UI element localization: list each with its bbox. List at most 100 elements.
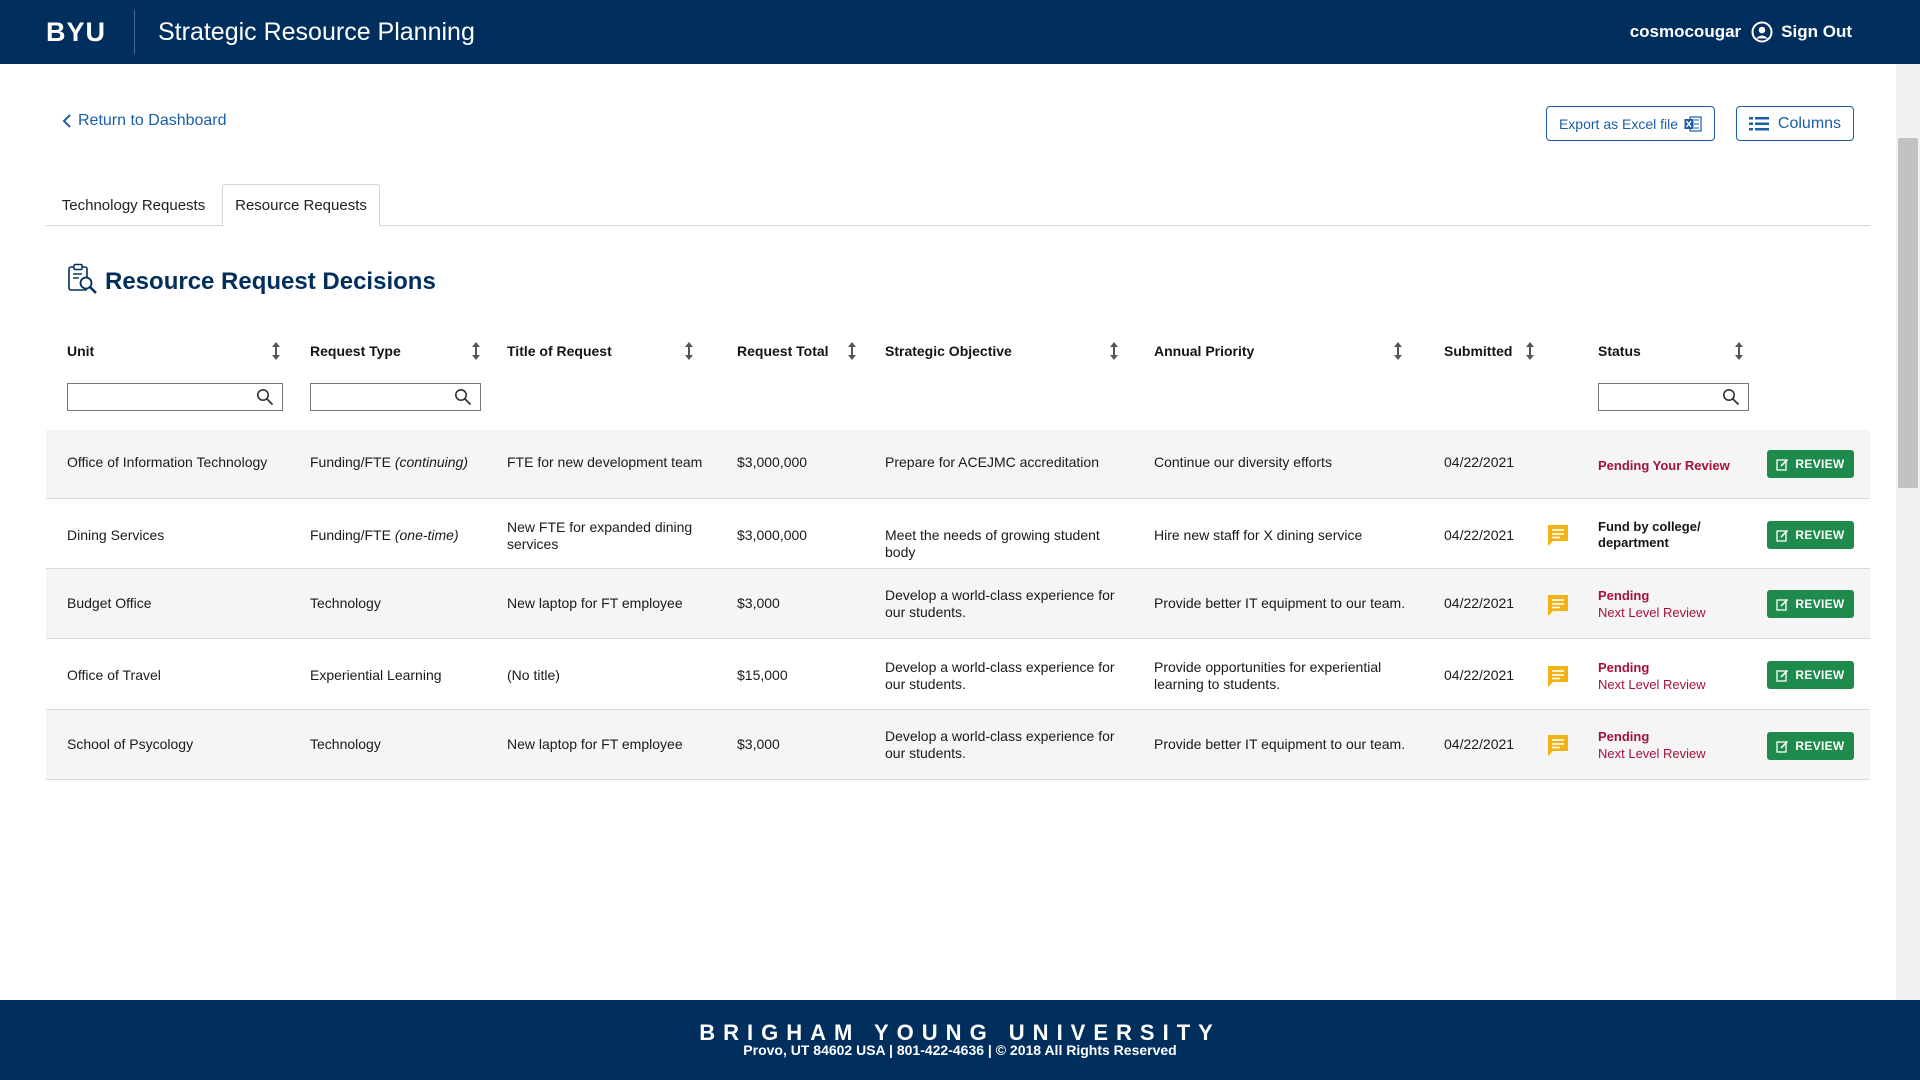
cell-unit: School of Psycology [67,736,194,752]
status-detail: Next Level Review [1598,677,1706,692]
unit-filter [67,383,283,411]
scrollbar-thumb[interactable] [1898,138,1918,488]
cell-total: $15,000 [737,667,788,683]
status-cell: Pending Next Level Review [1598,659,1706,693]
cell-submitted: 04/22/2021 [1444,527,1515,543]
request-type-text: Funding/FTE [310,454,391,470]
tab-technology-requests[interactable]: Technology Requests [46,184,221,226]
review-button[interactable]: REVIEW [1767,661,1854,689]
status-filter-input[interactable] [1599,384,1722,410]
cell-priority: Hire new staff for X dining service [1154,527,1363,543]
table-row: School of Psycology Technology New lapto… [46,710,1870,780]
cell-title: FTE for new development team [507,454,703,470]
search-icon[interactable] [1722,388,1740,406]
table-row: Office of Information Technology Funding… [46,430,1870,499]
request-type-filter-input[interactable] [311,384,454,410]
review-button[interactable]: REVIEW [1767,590,1854,618]
status-badge: Fund by college/ department [1598,519,1701,550]
status-cell: Pending Next Level Review [1598,728,1706,762]
clipboard-search-icon [66,262,100,296]
cell-submitted: 04/22/2021 [1444,595,1515,611]
sort-arrows-icon[interactable] [470,340,482,362]
review-label: REVIEW [1795,739,1845,753]
cell-title: (No title) [507,667,560,683]
cell-priority: Provide better IT equipment to our team. [1154,736,1406,752]
cell-total: $3,000,000 [737,454,808,470]
comment-icon[interactable] [1546,733,1570,757]
sort-arrows-icon[interactable] [270,340,282,362]
comment-icon[interactable] [1546,523,1570,547]
column-header-title[interactable]: Title of Request [507,343,612,359]
status-filter [1598,383,1749,411]
comment-icon[interactable] [1546,593,1570,617]
user-circle-icon [1751,21,1773,43]
column-header-unit[interactable]: Unit [67,343,94,359]
column-header-request-total[interactable]: Request Total [737,343,829,359]
edit-icon [1776,529,1789,542]
excel-file-icon [1684,115,1702,132]
columns-list-icon [1748,116,1769,130]
columns-button[interactable]: Columns [1736,106,1854,141]
cell-unit: Office of Travel [67,667,161,683]
cell-objective: Meet the needs of growing student body [885,527,1100,560]
export-excel-button[interactable]: Export as Excel file [1546,106,1715,141]
cell-request-type: Funding/FTE (one-time) [310,527,459,544]
request-type-text: Experiential Learning [310,667,442,683]
return-label: Return to Dashboard [78,112,227,129]
sort-arrows-icon[interactable] [1108,340,1120,362]
review-label: REVIEW [1795,457,1845,471]
status-cell: Pending Next Level Review [1598,587,1706,621]
search-icon[interactable] [256,388,274,406]
user-menu: cosmocougar Sign Out [1630,0,1852,64]
sort-arrows-icon[interactable] [1733,340,1745,362]
edit-icon [1776,669,1789,682]
app-title: Strategic Resource Planning [158,17,475,46]
table-row: Office of Travel Experiential Learning (… [46,639,1870,710]
review-button[interactable]: REVIEW [1767,521,1854,549]
username: cosmocougar [1629,22,1742,41]
request-type-text: Funding/FTE [310,527,391,543]
cell-objective: Prepare for ACEJMC accreditation [885,454,1099,470]
cell-submitted: 04/22/2021 [1444,736,1515,752]
review-button[interactable]: REVIEW [1767,732,1854,760]
request-type-text: Technology [310,736,381,752]
cell-objective: Develop a world-class experience for our… [885,587,1115,620]
cell-total: $3,000 [737,595,780,611]
column-header-strategic-objective[interactable]: Strategic Objective [885,343,1012,359]
sort-arrows-icon[interactable] [1392,340,1404,362]
review-button[interactable]: REVIEW [1767,450,1854,478]
sign-out-link[interactable]: Sign Out [1781,22,1852,42]
edit-icon [1776,740,1789,753]
cell-title: New laptop for FT employee [507,736,683,752]
byu-logo[interactable]: BYU [46,17,134,48]
cell-unit: Office of Information Technology [67,454,268,470]
column-header-annual-priority[interactable]: Annual Priority [1154,343,1254,359]
edit-icon [1776,458,1789,471]
chevron-left-icon [62,114,71,128]
tab-resource-requests[interactable]: Resource Requests [222,184,380,227]
column-header-request-type[interactable]: Request Type [310,343,401,359]
return-to-dashboard-link[interactable]: Return to Dashboard [62,112,227,130]
sort-arrows-icon[interactable] [1524,340,1536,362]
cell-objective: Develop a world-class experience for our… [885,728,1115,761]
page-footer: BRIGHAM YOUNG UNIVERSITY Provo, UT 84602… [0,1000,1920,1080]
cell-objective: Develop a world-class experience for our… [885,659,1115,692]
comment-icon[interactable] [1546,664,1570,688]
cell-title: New laptop for FT employee [507,595,683,611]
search-icon[interactable] [454,388,472,406]
sort-arrows-icon[interactable] [683,340,695,362]
column-header-status[interactable]: Status [1598,343,1641,359]
footer-address: Provo, UT 84602 USA | 801-422-4636 | © 2… [743,1042,1177,1058]
cell-unit: Budget Office [67,595,152,611]
review-label: REVIEW [1795,668,1845,682]
request-type-text: Technology [310,595,381,611]
cell-total: $3,000 [737,736,780,752]
table-row: Dining Services Funding/FTE (one-time) N… [46,499,1870,569]
header-divider [134,10,135,54]
status-badge: Pending [1598,588,1650,603]
request-type-note: (continuing) [394,454,468,470]
unit-filter-input[interactable] [68,384,256,410]
sort-arrows-icon[interactable] [846,340,858,362]
status-badge: Pending [1598,729,1650,744]
column-header-submitted[interactable]: Submitted [1444,343,1512,359]
